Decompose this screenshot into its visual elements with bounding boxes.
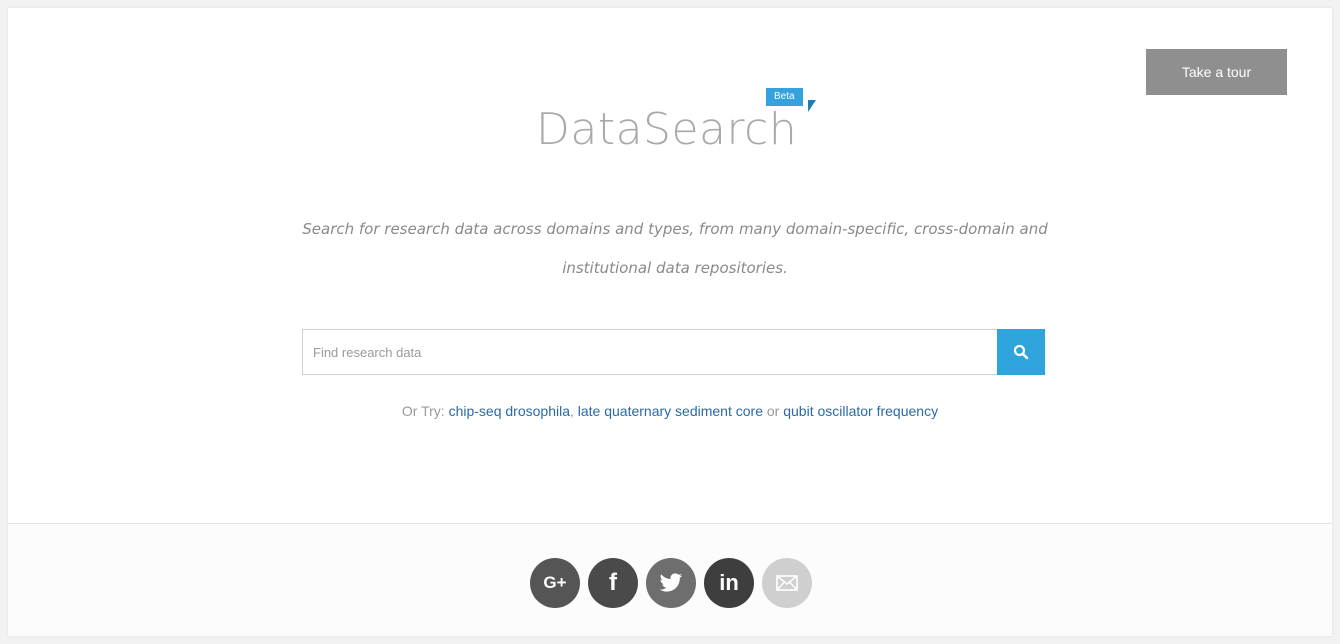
google-plus-label: G+: [543, 573, 567, 592]
suggestion-separator-1: ,: [569, 403, 578, 419]
search-input[interactable]: [302, 329, 997, 375]
suggestions-prefix: Or Try:: [401, 403, 449, 419]
beta-badge-fold: [808, 100, 816, 112]
google-plus-icon[interactable]: G+: [530, 558, 580, 608]
page-card: Take a tour DataSearch Beta Search for r…: [8, 8, 1332, 636]
social-share-bar: G+ f in: [530, 558, 812, 608]
email-icon[interactable]: [762, 558, 812, 608]
twitter-icon[interactable]: [646, 558, 696, 608]
logo-text: DataSearch: [536, 104, 798, 155]
datasearch-logo[interactable]: DataSearch Beta: [536, 88, 816, 160]
envelope-glyph: [776, 575, 798, 591]
tagline-line-2: institutional data repositories.: [562, 259, 788, 277]
tagline: Search for research data across domains …: [208, 210, 1142, 288]
suggestion-link-1[interactable]: chip-seq drosophila: [449, 403, 570, 419]
search-bar: [302, 329, 1045, 375]
twitter-bird-glyph: [659, 573, 683, 592]
footer: G+ f in: [8, 524, 1332, 636]
facebook-label: f: [609, 569, 617, 596]
suggestion-link-2[interactable]: late quaternary sediment core: [578, 403, 763, 419]
search-icon: [1013, 344, 1029, 360]
facebook-icon[interactable]: f: [588, 558, 638, 608]
beta-badge: Beta: [766, 88, 803, 106]
search-button[interactable]: [997, 329, 1045, 375]
suggestions: Or Try: chip-seq drosophila, late quater…: [8, 403, 1332, 419]
tagline-line-1: Search for research data across domains …: [302, 220, 1048, 238]
suggestion-separator-2: or: [762, 403, 784, 419]
linkedin-icon[interactable]: in: [704, 558, 754, 608]
linkedin-label: in: [719, 570, 739, 595]
take-a-tour-button[interactable]: Take a tour: [1146, 49, 1287, 95]
suggestion-link-3[interactable]: qubit oscillator frequency: [783, 403, 938, 419]
